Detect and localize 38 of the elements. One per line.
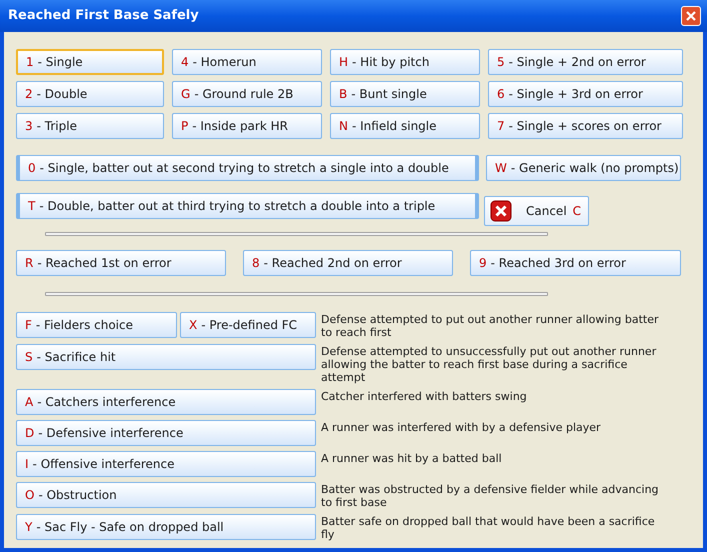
option-button[interactable]: 7 - Single + scores on error [488,113,683,139]
option-button[interactable]: 9 - Reached 3rd on error [470,250,681,276]
description-text: Batter was obstructed by a defensive fielder while advancing to first base [321,483,660,509]
close-button[interactable] [681,6,701,26]
option-button[interactable]: H - Hit by pitch [330,49,480,75]
option-button[interactable]: A - Catchers interference [16,389,316,415]
option-button[interactable]: Y - Sac Fly - Safe on dropped ball [16,514,316,540]
description-text: Catcher interfered with batters swing [321,390,528,403]
option-button[interactable]: G - Ground rule 2B [172,81,322,107]
option-button[interactable]: S - Sacrifice hit [16,344,316,370]
option-button[interactable]: 5 - Single + 2nd on error [488,49,683,75]
option-button[interactable]: 1 - Single [16,49,164,75]
option-button[interactable]: 3 - Triple [16,113,164,139]
option-button[interactable]: O - Obstruction [16,482,316,508]
description-text: A runner was interfered with by a defensive player [321,421,602,434]
option-button[interactable]: W - Generic walk (no prompts) [486,155,681,181]
option-button[interactable]: R - Reached 1st on error [16,250,226,276]
description-text: Defense attempted to unsuccessfully put out another runner allowing the batter to reach first base during a sacrifice attempt [321,345,658,384]
option-button[interactable]: N - Infield single [330,113,480,139]
description-text: Batter safe on dropped ball that would have been a sacrifice fly [321,515,656,541]
option-button[interactable]: 8 - Reached 2nd on error [243,250,453,276]
option-button[interactable]: P - Inside park HR [172,113,322,139]
option-button[interactable]: B - Bunt single [330,81,480,107]
option-button[interactable]: F - Fielders choice [16,312,177,338]
option-button[interactable]: 6 - Single + 3rd on error [488,81,683,107]
window-title: Reached First Base Safely [8,7,199,26]
description-text: A runner was hit by a batted ball [321,452,503,465]
close-icon [685,10,697,22]
description-text: Defense attempted to put out another runner allowing batter to reach first [321,313,660,339]
option-button[interactable]: I - Offensive interference [16,451,316,477]
option-button[interactable]: 2 - Double [16,81,164,107]
option-button[interactable]: D - Defensive interference [16,420,316,446]
option-button[interactable]: 0 - Single, batter out at second trying to stretch a single into a double [16,155,479,181]
option-button[interactable]: 4 - Homerun [172,49,322,75]
option-button[interactable]: X - Pre-defined FC [180,312,316,338]
option-button[interactable]: T - Double, batter out at third trying to stretch a double into a triple [16,193,479,219]
cancel-button[interactable]: Cancel C [484,196,589,226]
close-icon [490,200,512,222]
